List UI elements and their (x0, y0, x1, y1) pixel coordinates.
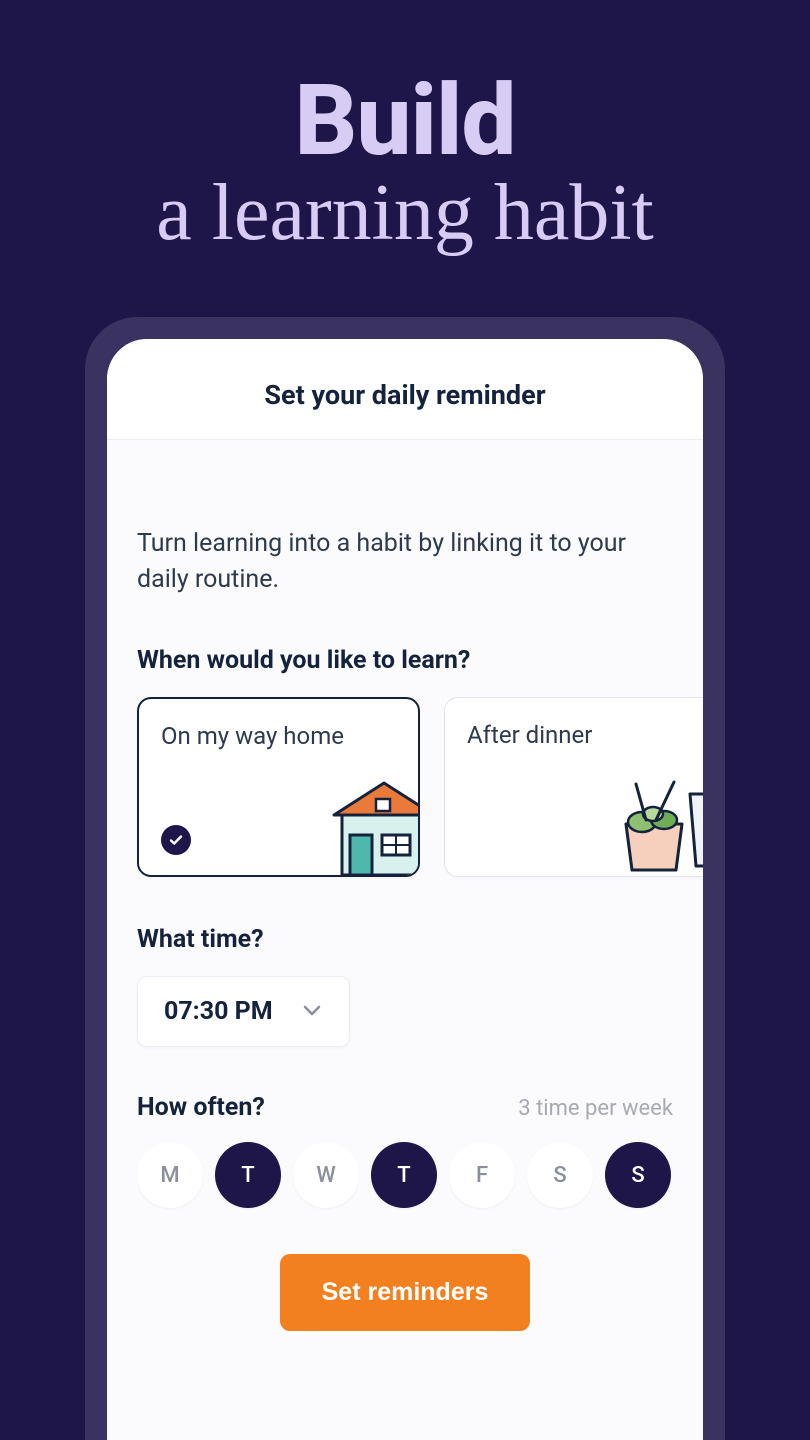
day-toggle-wed[interactable]: W (293, 1142, 359, 1208)
page-body: Turn learning into a habit by linking it… (107, 440, 703, 1440)
hero-heading: Build a learning habit (156, 70, 654, 257)
set-reminders-button[interactable]: Set reminders (280, 1254, 531, 1331)
day-toggle-tue[interactable]: T (215, 1142, 281, 1208)
time-question: What time? (137, 925, 673, 954)
day-selector: M T W T F S S (137, 1142, 673, 1208)
page-header: Set your daily reminder (107, 339, 703, 440)
time-value: 07:30 PM (164, 997, 273, 1026)
when-option-after-dinner[interactable]: After dinner (444, 697, 703, 877)
dinner-icon (582, 776, 703, 877)
house-icon (284, 765, 420, 877)
chevron-down-icon (301, 999, 323, 1025)
day-toggle-fri[interactable]: F (449, 1142, 515, 1208)
page-title: Set your daily reminder (127, 379, 683, 411)
when-option-on-my-way-home[interactable]: On my way home (137, 697, 420, 877)
day-toggle-thu[interactable]: T (371, 1142, 437, 1208)
when-option-label: After dinner (467, 720, 703, 751)
when-question: When would you like to learn? (137, 646, 673, 675)
often-question: How often? (137, 1093, 265, 1122)
when-option-label: On my way home (161, 721, 396, 752)
day-toggle-sun[interactable]: S (605, 1142, 671, 1208)
phone-screen: Set your daily reminder Turn learning in… (107, 339, 703, 1440)
when-options: On my way home (137, 697, 703, 877)
often-summary: 3 time per week (518, 1096, 673, 1121)
check-icon (161, 825, 191, 855)
phone-frame: Set your daily reminder Turn learning in… (85, 317, 725, 1440)
hero-line1: Build (156, 70, 654, 173)
day-toggle-sat[interactable]: S (527, 1142, 593, 1208)
intro-text: Turn learning into a habit by linking it… (137, 526, 673, 599)
hero-line2: a learning habit (156, 169, 654, 257)
day-toggle-mon[interactable]: M (137, 1142, 203, 1208)
time-dropdown[interactable]: 07:30 PM (137, 976, 350, 1047)
